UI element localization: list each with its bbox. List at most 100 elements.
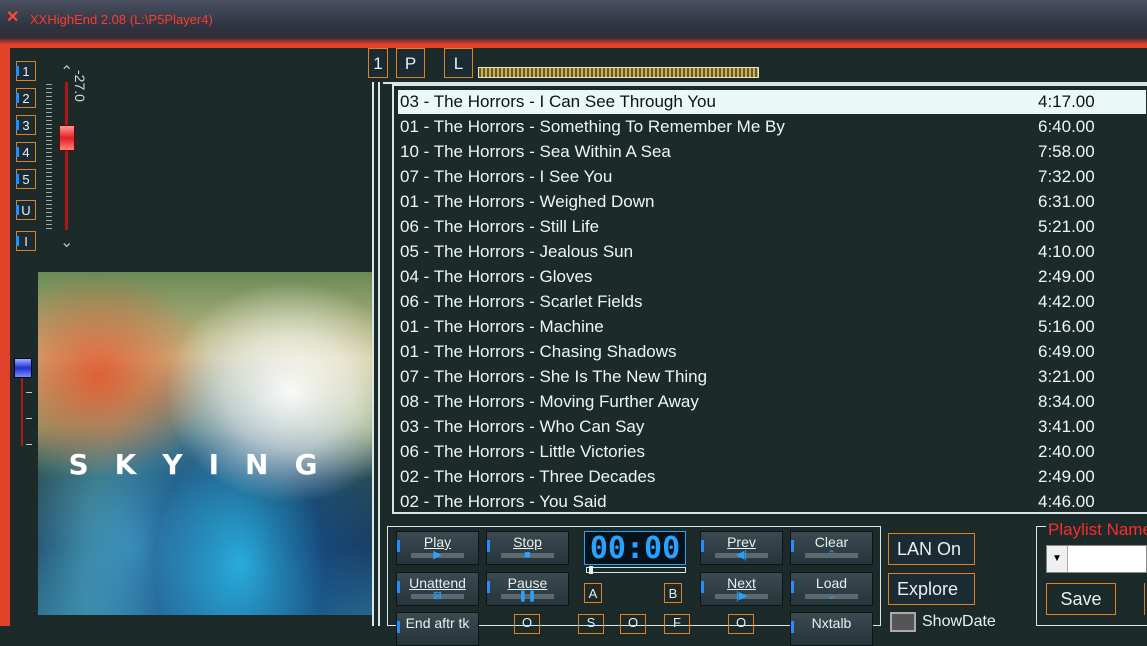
playlist-row[interactable]: 01 - The Horrors - Something To Remember…	[398, 115, 1146, 139]
track-duration: 3:41.00	[1038, 417, 1095, 436]
play-button[interactable]: Play ▶	[396, 531, 479, 565]
pause-button[interactable]: Pause ❚❚	[486, 572, 569, 606]
track-title: 06 - The Horrors - Scarlet Fields	[400, 292, 643, 311]
playlist-row[interactable]: 02 - The Horrors - Three Decades 2:49.00	[398, 465, 1146, 489]
volume-slider-thumb[interactable]	[59, 125, 75, 151]
preset-button-1[interactable]: 1	[16, 61, 36, 81]
preset-button-u[interactable]: U	[16, 200, 36, 220]
playlist-row[interactable]: 02 - The Horrors - You Said 4:46.00	[398, 490, 1146, 514]
balance-tick	[26, 418, 32, 419]
playlist-row[interactable]: 01 - The Horrors - Chasing Shadows 6:49.0…	[398, 340, 1146, 364]
load-button[interactable]: Load ⌄	[790, 572, 873, 606]
track-duration: 4:10.00	[1038, 242, 1095, 261]
preset-button-i[interactable]: I	[16, 231, 36, 251]
track-title: 05 - The Horrors - Jealous Sun	[400, 242, 634, 261]
option-button-o2[interactable]: O	[620, 614, 646, 634]
track-duration: 6:40.00	[1038, 117, 1095, 136]
pause-label: Pause	[507, 575, 548, 591]
l-button[interactable]: L	[444, 48, 473, 78]
option-button-s[interactable]: S	[578, 614, 604, 634]
track-title: 02 - The Horrors - Three Decades	[400, 467, 656, 486]
stop-icon: ■	[524, 549, 531, 561]
app-icon: ✕	[6, 9, 20, 26]
b-button[interactable]: B	[664, 583, 682, 603]
album-art: SKYING	[38, 272, 374, 615]
playlist-row[interactable]: 05 - The Horrors - Jealous Sun 4:10.00	[398, 240, 1146, 264]
playlist-row[interactable]: 03 - The Horrors - I Can See Through You…	[398, 90, 1146, 114]
p-button[interactable]: P	[396, 48, 425, 78]
playlist-row[interactable]: 06 - The Horrors - Scarlet Fields 4:42.00	[398, 290, 1146, 314]
track-duration: 6:31.00	[1038, 192, 1095, 211]
time-slider[interactable]	[586, 566, 686, 574]
progress-bar[interactable]	[478, 67, 759, 78]
track-duration: 7:32.00	[1038, 167, 1095, 186]
a-button[interactable]: A	[584, 583, 602, 603]
track-title: 02 - The Horrors - You Said	[400, 492, 607, 511]
next-icon: |▶	[735, 590, 748, 602]
dropdown-arrow-icon[interactable]: ▼	[1047, 546, 1068, 572]
checkbox-icon[interactable]	[890, 612, 916, 632]
splitter[interactable]	[372, 82, 382, 626]
stop-button[interactable]: Stop ■	[486, 531, 569, 565]
track-duration: 4:42.00	[1038, 292, 1095, 311]
playlist-row[interactable]: 06 - The Horrors - Still Life 5:21.00	[398, 215, 1146, 239]
track-duration: 4:17.00	[1038, 92, 1095, 111]
track-duration: 4:46.00	[1038, 492, 1095, 511]
track-title: 10 - The Horrors - Sea Within A Sea	[400, 142, 671, 161]
track-title: 03 - The Horrors - Who Can Say	[400, 417, 645, 436]
time-display: 00:00	[584, 531, 686, 566]
balance-slider-thumb[interactable]	[14, 358, 32, 378]
track-duration: 5:16.00	[1038, 317, 1095, 336]
track-duration: 3:21.00	[1038, 367, 1095, 386]
track-title: 01 - The Horrors - Machine	[400, 317, 604, 336]
end-after-track-button[interactable]: End aftr tk	[396, 612, 479, 646]
pause-icon: ❚❚	[518, 590, 537, 602]
playlist-row[interactable]: 01 - The Horrors - Weighed Down 6:31.00	[398, 190, 1146, 214]
playlist[interactable]: 03 - The Horrors - I Can See Through You…	[392, 84, 1147, 514]
option-button-o1[interactable]: O	[514, 614, 540, 634]
preset-button-2[interactable]: 2	[16, 88, 36, 108]
unattend-icon: ⊠	[432, 590, 443, 602]
volume-ticks	[46, 84, 52, 230]
show-date-checkbox[interactable]: ShowDate	[890, 612, 996, 632]
playlist-row[interactable]: 06 - The Horrors - Little Victories 2:40.…	[398, 440, 1146, 464]
track-duration: 6:49.00	[1038, 342, 1095, 361]
preset-button-3[interactable]: 3	[16, 115, 36, 135]
next-button[interactable]: Next |▶	[700, 572, 783, 606]
track-title: 04 - The Horrors - Gloves	[400, 267, 593, 286]
prev-button[interactable]: Prev ◀|	[700, 531, 783, 565]
queue-button-1[interactable]: 1	[368, 48, 388, 78]
volume-down-chevron-icon[interactable]: ⌄	[60, 232, 73, 252]
playlist-row[interactable]: 04 - The Horrors - Gloves 2:49.00	[398, 265, 1146, 289]
playlist-row[interactable]: 01 - The Horrors - Machine 5:16.00	[398, 315, 1146, 339]
playlist-row[interactable]: 08 - The Horrors - Moving Further Away 8:…	[398, 390, 1146, 414]
preset-button-5[interactable]: 5	[16, 169, 36, 189]
track-duration: 5:21.00	[1038, 217, 1095, 236]
playlist-name-select[interactable]: ▼	[1046, 545, 1147, 573]
playlist-row[interactable]: 03 - The Horrors - Who Can Say 3:41.00	[398, 415, 1146, 439]
preset-button-4[interactable]: 4	[16, 142, 36, 162]
lan-on-button[interactable]: LAN On	[888, 533, 975, 565]
unattend-button[interactable]: Unattend ⊠	[396, 572, 479, 606]
track-duration: 2:49.00	[1038, 467, 1095, 486]
explore-button[interactable]: Explore	[888, 573, 975, 605]
track-title: 01 - The Horrors - Something To Remember…	[400, 117, 785, 136]
load-icon: ⌄	[826, 590, 837, 602]
playlist-row[interactable]: 10 - The Horrors - Sea Within A Sea 7:58.…	[398, 140, 1146, 164]
clear-button[interactable]: Clear ⌃	[790, 531, 873, 565]
playlist-name-label: Playlist Name	[1046, 520, 1147, 540]
unattend-label: Unattend	[409, 575, 466, 591]
playlist-row[interactable]: 07 - The Horrors - She Is The New Thing 3…	[398, 365, 1146, 389]
option-button-f[interactable]: F	[664, 614, 690, 634]
album-art-word: SKYING	[68, 448, 344, 481]
play-label: Play	[423, 534, 452, 550]
save-button[interactable]: Save	[1046, 583, 1116, 615]
stop-label: Stop	[513, 534, 542, 550]
next-album-button[interactable]: Nxtalb	[790, 612, 873, 646]
title-bar: ✕ XXHighEnd 2.08 (L:\P5Player4)	[0, 0, 1147, 44]
load-label: Load	[815, 575, 848, 591]
option-button-o3[interactable]: O	[728, 614, 754, 634]
end-after-label: End aftr tk	[405, 615, 470, 631]
playlist-row[interactable]: 07 - The Horrors - I See You 7:32.00	[398, 165, 1146, 189]
volume-slider-track[interactable]	[65, 82, 68, 230]
